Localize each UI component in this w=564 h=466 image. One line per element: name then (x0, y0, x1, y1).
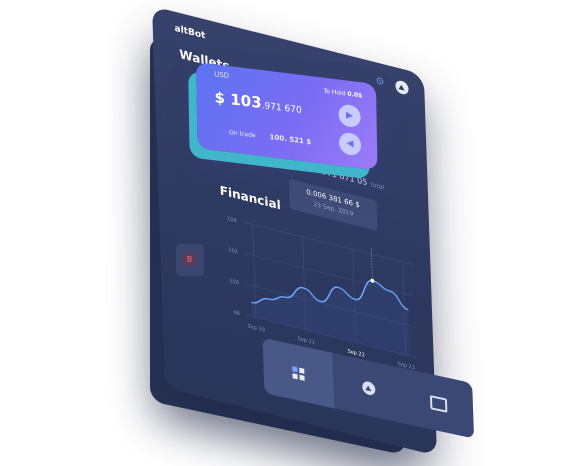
send-icon: ▶ (346, 110, 354, 122)
card-on-trade: On trade 100. 521 $ (229, 128, 311, 146)
on-trade-label: On trade (229, 129, 256, 140)
avatar-icon (361, 380, 376, 397)
y-tick-label: 98 (233, 310, 240, 318)
x-tick-label: Sep 21 (297, 336, 315, 346)
side-coin-badge: B (176, 244, 204, 276)
gridline-h (243, 252, 414, 296)
receive-button[interactable]: ◀ (338, 131, 362, 157)
highlight-guide (370, 248, 373, 281)
to-hold-value: 0.0$ (347, 90, 363, 100)
avatar[interactable] (395, 79, 409, 96)
receive-icon: ◀ (346, 138, 354, 150)
card-currency: USD (214, 70, 230, 81)
header-icons: ⚙ (375, 74, 409, 96)
dashboard-icon (292, 365, 305, 381)
brand-logo: altBot (174, 23, 206, 42)
card-amount: $ 103.971 670 (214, 88, 301, 117)
on-trade-value: 100. 521 $ (269, 133, 312, 147)
amount-decimal: .971 670 (261, 101, 302, 117)
amount-main: $ 103 (214, 88, 262, 113)
bitcoin-icon: B (183, 253, 196, 266)
y-tick-label: 100 (229, 278, 239, 286)
y-tick-label: 104 (227, 216, 237, 224)
y-tick-label: 102 (228, 247, 238, 255)
card-to-hold: To Hold 0.0$ (324, 88, 363, 100)
send-button[interactable]: ▶ (338, 103, 361, 129)
gridline-h (242, 221, 413, 266)
to-hold-label: To Hold (323, 87, 346, 98)
wallet-total-label: total (370, 181, 385, 192)
gear-icon[interactable]: ⚙ (375, 75, 385, 89)
nav-wallet[interactable] (402, 368, 474, 439)
wallet-icon (429, 394, 447, 413)
x-tick-label: Sep 20 (248, 323, 266, 333)
financial-title: Financial (219, 183, 281, 213)
app-mockup: altBot ⚙ Wallets $ 108.971 671 05 total F… (0, 0, 564, 457)
